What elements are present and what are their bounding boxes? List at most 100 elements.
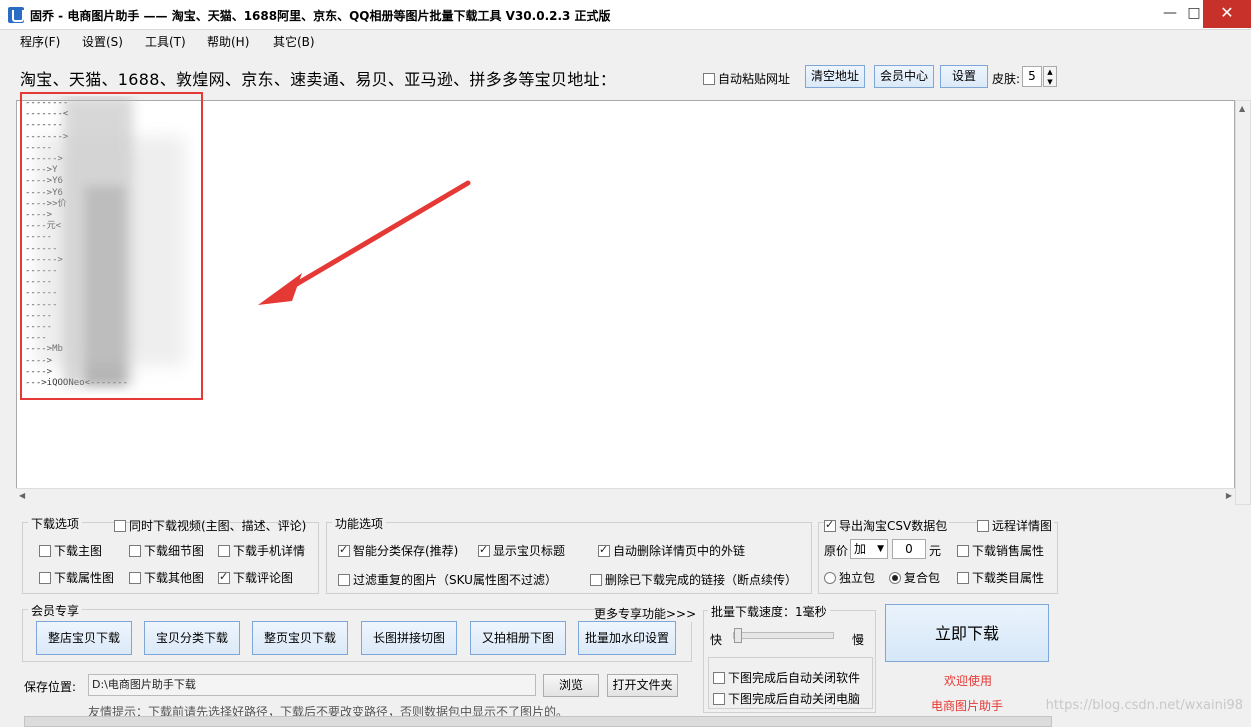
shop-download-button[interactable]: 整店宝贝下载 [36,621,132,655]
checkbox-checked-icon [218,570,230,584]
single-pack-label: 独立包 [839,571,876,585]
dl-detail-image-label: 下载细节图 [144,544,205,558]
delete-done-checkbox[interactable]: 删除已下载完成的链接（断点续传） [590,571,797,588]
show-title-checkbox[interactable]: 显示宝贝标题 [478,542,565,559]
welcome-text: 欢迎使用 [944,674,993,688]
checkbox-checked-icon [338,543,350,557]
scroll-right-icon[interactable]: ▶ [1226,491,1232,500]
close-button[interactable]: ✕ [1203,0,1251,28]
sales-attr-label: 下载销售属性 [972,544,1045,558]
price-op-select[interactable]: 加 ▼ [850,539,888,559]
smart-save-label: 智能分类保存(推荐) [353,544,459,558]
smart-save-checkbox[interactable]: 智能分类保存(推荐) [338,542,458,559]
checkbox-icon [338,574,350,586]
status-bar [24,716,1052,727]
menu-program[interactable]: 程序(F) [20,33,60,50]
dl-mobile-detail-checkbox[interactable]: 下载手机详情 [218,542,305,559]
checkbox-icon [129,545,141,557]
download-video-checkbox[interactable]: 同时下载视频(主图、描述、评论) [114,517,306,534]
function-options-title: 功能选项 [332,515,387,532]
checkbox-icon [713,693,725,705]
settings-button[interactable]: 设置 [940,65,988,88]
auto-paste-label: 自动粘贴网址 [718,72,791,86]
vertical-scrollbar[interactable]: ▲ [1235,100,1251,505]
dl-detail-image-checkbox[interactable]: 下载细节图 [129,542,204,559]
scroll-left-icon[interactable]: ◀ [19,491,25,500]
skin-spinner[interactable]: ▲ ▼ [1043,66,1057,87]
save-path-input[interactable]: D:\电商图片助手下载 [88,674,536,696]
auto-close-app-checkbox[interactable]: 下图完成后自动关闭软件 [713,669,860,686]
checkbox-icon [703,73,715,85]
browse-button[interactable]: 浏览 [543,674,599,697]
open-folder-button[interactable]: 打开文件夹 [607,674,678,697]
speed-slider-thumb[interactable] [734,628,742,643]
auto-shutdown-label: 下图完成后自动关闭电脑 [728,692,861,706]
checkbox-icon [957,545,969,557]
auto-paste-checkbox[interactable]: 自动粘贴网址 [703,70,790,87]
skin-value[interactable]: 5 [1022,66,1042,87]
export-csv-label: 导出淘宝CSV数据包 [839,519,948,533]
category-attr-checkbox[interactable]: 下载类目属性 [957,569,1044,586]
app-name-text: 电商图片助手 [931,699,1004,713]
price-op-value: 加 [854,542,867,556]
dl-attr-image-label: 下载属性图 [54,571,115,585]
sales-attr-checkbox[interactable]: 下载销售属性 [957,542,1044,559]
checkbox-icon [977,520,989,532]
single-pack-radio[interactable]: 独立包 [824,569,875,586]
export-csv-checkbox[interactable]: 导出淘宝CSV数据包 [824,517,950,534]
clear-address-button[interactable]: 清空地址 [805,65,865,88]
menu-settings[interactable]: 设置(S) [82,33,123,50]
page-download-button[interactable]: 整页宝贝下载 [252,621,348,655]
menu-help[interactable]: 帮助(H) [207,33,249,50]
highlight-box [20,92,203,400]
window-title: 固乔 - 电商图片助手 —— 淘宝、天猫、1688阿里、京东、QQ相册等图片批量… [30,9,611,23]
download-options-title: 下载选项 [28,515,83,532]
save-location-label: 保存位置: [24,680,77,694]
dl-other-image-checkbox[interactable]: 下载其他图 [129,569,204,586]
youpai-album-button[interactable]: 又拍相册下图 [470,621,566,655]
menu-tools[interactable]: 工具(T) [145,33,186,50]
auto-close-app-label: 下图完成后自动关闭软件 [728,671,861,685]
category-download-button[interactable]: 宝贝分类下载 [144,621,240,655]
speed-title: 批量下载速度：1毫秒 [708,603,830,620]
radio-icon [824,572,836,584]
combined-pack-radio[interactable]: 复合包 [889,569,940,586]
remove-links-label: 自动删除详情页中的外链 [613,544,746,558]
chevron-down-icon: ▼ [877,544,884,554]
download-now-button[interactable]: 立即下载 [885,604,1049,662]
dl-main-image-label: 下载主图 [54,544,103,558]
member-title: 会员专享 [28,602,83,619]
price-value-input[interactable]: 0 [892,539,926,559]
price-unit: 元 [929,544,942,558]
dl-review-image-checkbox[interactable]: 下载评论图 [218,569,293,586]
dl-main-image-checkbox[interactable]: 下载主图 [39,542,102,559]
remote-detail-checkbox[interactable]: 远程详情图 [977,517,1055,534]
watermark-settings-button[interactable]: 批量加水印设置 [578,621,676,655]
filter-duplicates-label: 过滤重复的图片（SKU属性图不过滤） [353,573,557,587]
filter-duplicates-checkbox[interactable]: 过滤重复的图片（SKU属性图不过滤） [338,571,557,588]
horizontal-scrollbar[interactable]: ◀ ▶ [16,488,1235,505]
checkbox-icon [590,574,602,586]
spin-down-icon[interactable]: ▼ [1044,77,1056,87]
checkbox-checked-icon [824,518,836,532]
long-image-button[interactable]: 长图拼接切图 [361,621,457,655]
checkbox-icon [218,545,230,557]
combined-pack-label: 复合包 [904,571,941,585]
spin-up-icon[interactable]: ▲ [1044,67,1056,77]
scroll-up-icon[interactable]: ▲ [1239,104,1245,113]
auto-shutdown-checkbox[interactable]: 下图完成后自动关闭电脑 [713,690,860,707]
checkbox-icon [713,672,725,684]
dl-attr-image-checkbox[interactable]: 下载属性图 [39,569,114,586]
checkbox-icon [39,545,51,557]
remove-links-checkbox[interactable]: 自动删除详情页中的外链 [598,542,745,559]
more-features-link[interactable]: 更多专享功能>>> [594,605,697,622]
menu-bar: 程序(F) 设置(S) 工具(T) 帮助(H) 其它(B) [0,30,1251,52]
menu-other[interactable]: 其它(B) [273,33,315,50]
watermark-text: https://blog.csdn.net/wxaini98 [1045,698,1243,713]
checkbox-icon [957,572,969,584]
speed-slider-track[interactable] [733,628,834,643]
dl-mobile-detail-label: 下载手机详情 [233,544,306,558]
member-center-button[interactable]: 会员中心 [874,65,934,88]
checkbox-checked-icon [598,543,610,557]
radio-selected-icon [889,572,901,584]
